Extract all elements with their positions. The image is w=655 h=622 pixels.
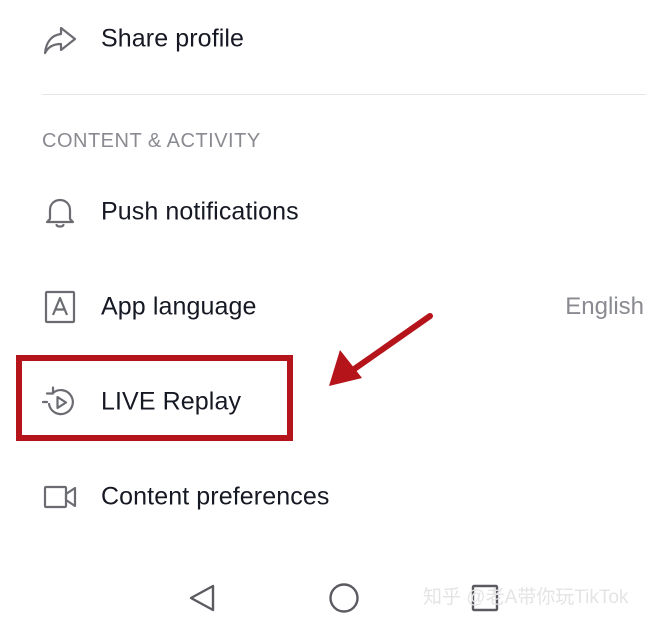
push-notifications-row[interactable]: Push notifications — [0, 182, 655, 242]
video-camera-icon — [40, 477, 80, 517]
live-replay-label: LIVE Replay — [101, 387, 242, 416]
share-profile-row[interactable]: Share profile — [0, 9, 655, 69]
live-replay-icon — [40, 382, 80, 422]
recents-square-icon[interactable] — [465, 578, 505, 618]
section-divider — [42, 94, 646, 95]
app-language-value: English — [565, 293, 644, 320]
push-notifications-label: Push notifications — [101, 197, 299, 226]
share-arrow-icon — [40, 19, 80, 59]
back-triangle-icon[interactable] — [182, 578, 222, 618]
app-language-label: App language — [101, 292, 257, 321]
section-header-content-activity: CONTENT & ACTIVITY — [42, 130, 261, 152]
system-nav-bar — [0, 570, 655, 622]
app-language-row[interactable]: App language English — [0, 277, 655, 337]
content-preferences-label: Content preferences — [101, 482, 330, 511]
home-circle-icon[interactable] — [324, 578, 364, 618]
content-preferences-row[interactable]: Content preferences — [0, 467, 655, 527]
bell-icon — [40, 192, 80, 232]
language-letter-a-icon — [40, 287, 80, 327]
live-replay-row[interactable]: LIVE Replay — [0, 372, 655, 432]
share-profile-label: Share profile — [101, 24, 245, 53]
